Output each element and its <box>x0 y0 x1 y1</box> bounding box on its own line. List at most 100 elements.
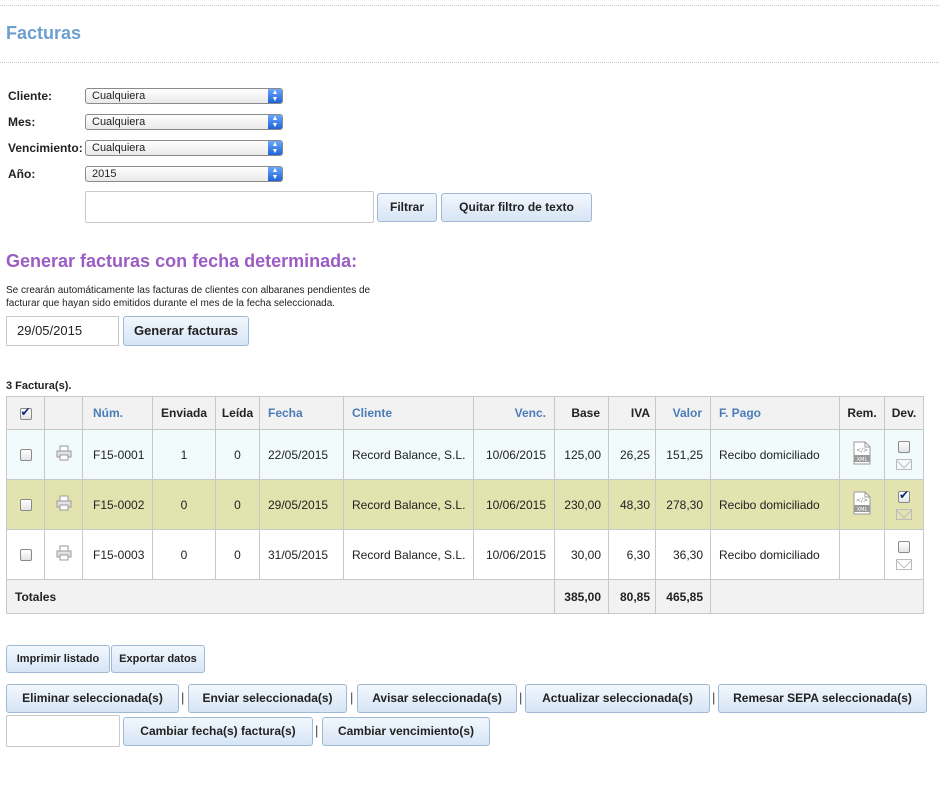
separator: | <box>315 723 319 738</box>
dev-checkbox[interactable] <box>898 441 910 454</box>
cell-dev <box>884 529 924 580</box>
cell-client: Record Balance, S.L. <box>343 479 474 530</box>
change-due-date-button[interactable]: Cambiar vencimiento(s) <box>322 717 490 746</box>
row-print-cell <box>44 479 83 530</box>
cell-value: 278,30 <box>655 479 711 530</box>
header-iva: IVA <box>608 396 656 430</box>
cell-num[interactable]: F15-0001 <box>82 429 153 480</box>
dev-checkbox[interactable] <box>898 541 910 554</box>
cell-iva: 6,30 <box>608 529 656 580</box>
cell-date: 31/05/2015 <box>259 529 344 580</box>
header-dev: Dev. <box>884 396 924 430</box>
filter-year-value: 2015 <box>92 168 117 180</box>
envelope-icon[interactable] <box>896 558 912 570</box>
select-arrows-icon: ▲ ▼ <box>268 141 282 155</box>
cell-sent: 0 <box>152 529 216 580</box>
clear-text-filter-button[interactable]: Quitar filtro de texto <box>441 193 592 222</box>
separator: | <box>181 690 185 705</box>
invoice-count: 3 Factura(s). <box>6 380 72 392</box>
select-arrows-icon: ▲ ▼ <box>268 89 282 103</box>
text-filter-input[interactable] <box>85 191 374 223</box>
table-row: F15-0003 0 0 31/05/2015 Record Balance, S.L.… <box>6 529 924 580</box>
sepa-remit-selected-button[interactable]: Remesar SEPA seleccionada(s) <box>718 684 927 713</box>
totals-label: Totales <box>6 579 555 614</box>
print-icon[interactable] <box>56 495 72 511</box>
table-row: F15-0002 0 0 29/05/2015 Record Balance, S.L.… <box>6 479 924 530</box>
header-rem: Rem. <box>839 396 885 430</box>
totals-base: 385,00 <box>554 579 609 614</box>
cell-num[interactable]: F15-0002 <box>82 479 153 530</box>
filter-month-label: Mes: <box>8 115 36 129</box>
notify-selected-button[interactable]: Avisar seleccionada(s) <box>357 684 517 713</box>
header-sent: Enviada <box>152 396 216 430</box>
filter-due-select[interactable]: Cualquiera ▲ ▼ <box>85 140 283 156</box>
header-read: Leída <box>215 396 260 430</box>
cell-client: Record Balance, S.L. <box>343 529 474 580</box>
filter-button[interactable]: Filtrar <box>377 193 437 222</box>
cell-sent: 0 <box>152 479 216 530</box>
generate-date-input[interactable]: 29/05/2015 <box>6 316 119 346</box>
cell-read: 0 <box>215 529 260 580</box>
envelope-icon[interactable] <box>896 508 912 520</box>
xml-file-icon[interactable]: XML </> <box>853 491 871 515</box>
totals-iva: 80,85 <box>608 579 656 614</box>
page-title: Facturas <box>6 23 82 43</box>
header-due[interactable]: Venc. <box>473 396 555 430</box>
update-selected-button[interactable]: Actualizar seleccionada(s) <box>525 684 710 713</box>
xml-file-icon[interactable]: XML </> <box>853 441 871 465</box>
print-icon[interactable] <box>56 545 72 561</box>
row-select-checkbox[interactable] <box>19 499 32 512</box>
cell-date: 22/05/2015 <box>259 429 344 480</box>
svg-text:XML: XML <box>857 507 868 513</box>
header-payment[interactable]: F. Pago <box>710 396 840 430</box>
top-divider <box>0 5 939 6</box>
filter-due-value: Cualquiera <box>92 142 146 154</box>
header-value[interactable]: Valor <box>655 396 711 430</box>
header-num[interactable]: Núm. <box>82 396 153 430</box>
cell-read: 0 <box>215 429 260 480</box>
generate-section-title: Generar facturas con fecha determinada: <box>6 251 358 271</box>
row-select-checkbox[interactable] <box>19 549 32 562</box>
title-divider <box>0 62 939 63</box>
header-date[interactable]: Fecha <box>259 396 344 430</box>
change-date-input[interactable] <box>6 715 120 747</box>
table-row: F15-0001 1 0 22/05/2015 Record Balance, S.L.… <box>6 429 924 480</box>
delete-selected-button[interactable]: Eliminar seleccionada(s) <box>6 684 179 713</box>
filter-client-select[interactable]: Cualquiera ▲ ▼ <box>85 88 283 104</box>
print-icon[interactable] <box>56 445 72 461</box>
totals-value: 465,85 <box>655 579 711 614</box>
cell-payment: Recibo domiciliado <box>710 529 840 580</box>
row-select-cell <box>6 529 45 580</box>
header-client[interactable]: Cliente <box>343 396 474 430</box>
cell-sent: 1 <box>152 429 216 480</box>
row-select-checkbox[interactable] <box>19 449 32 462</box>
table-header-row: Núm. Enviada Leída Fecha Cliente Venc. B… <box>6 396 924 430</box>
separator: | <box>712 690 716 705</box>
cell-num[interactable]: F15-0003 <box>82 529 153 580</box>
cell-due: 10/06/2015 <box>473 529 555 580</box>
filter-year-select[interactable]: 2015 ▲ ▼ <box>85 166 283 182</box>
generate-invoices-button[interactable]: Generar facturas <box>123 316 249 346</box>
envelope-icon[interactable] <box>896 458 912 470</box>
cell-due: 10/06/2015 <box>473 429 555 480</box>
print-list-button[interactable]: Imprimir listado <box>6 645 110 673</box>
export-data-button[interactable]: Exportar datos <box>111 645 205 673</box>
cell-iva: 26,25 <box>608 429 656 480</box>
cell-payment: Recibo domiciliado <box>710 429 840 480</box>
filter-month-select[interactable]: Cualquiera ▲ ▼ <box>85 114 283 130</box>
dev-checkbox[interactable] <box>898 488 910 504</box>
change-invoice-date-button[interactable]: Cambiar fecha(s) factura(s) <box>123 717 313 746</box>
cell-dev <box>884 429 924 480</box>
filter-due-label: Vencimiento: <box>8 141 83 155</box>
filter-client-value: Cualquiera <box>92 90 146 102</box>
svg-text:</>: </> <box>856 497 868 504</box>
filter-year-label: Año: <box>8 167 36 181</box>
cell-read: 0 <box>215 479 260 530</box>
cell-rem: XML </> <box>839 429 885 480</box>
row-select-cell <box>6 429 45 480</box>
row-print-cell <box>44 429 83 480</box>
select-all-checkbox[interactable] <box>19 405 32 420</box>
cell-date: 29/05/2015 <box>259 479 344 530</box>
send-selected-button[interactable]: Enviar seleccionada(s) <box>188 684 347 713</box>
select-all-cell <box>6 396 45 430</box>
